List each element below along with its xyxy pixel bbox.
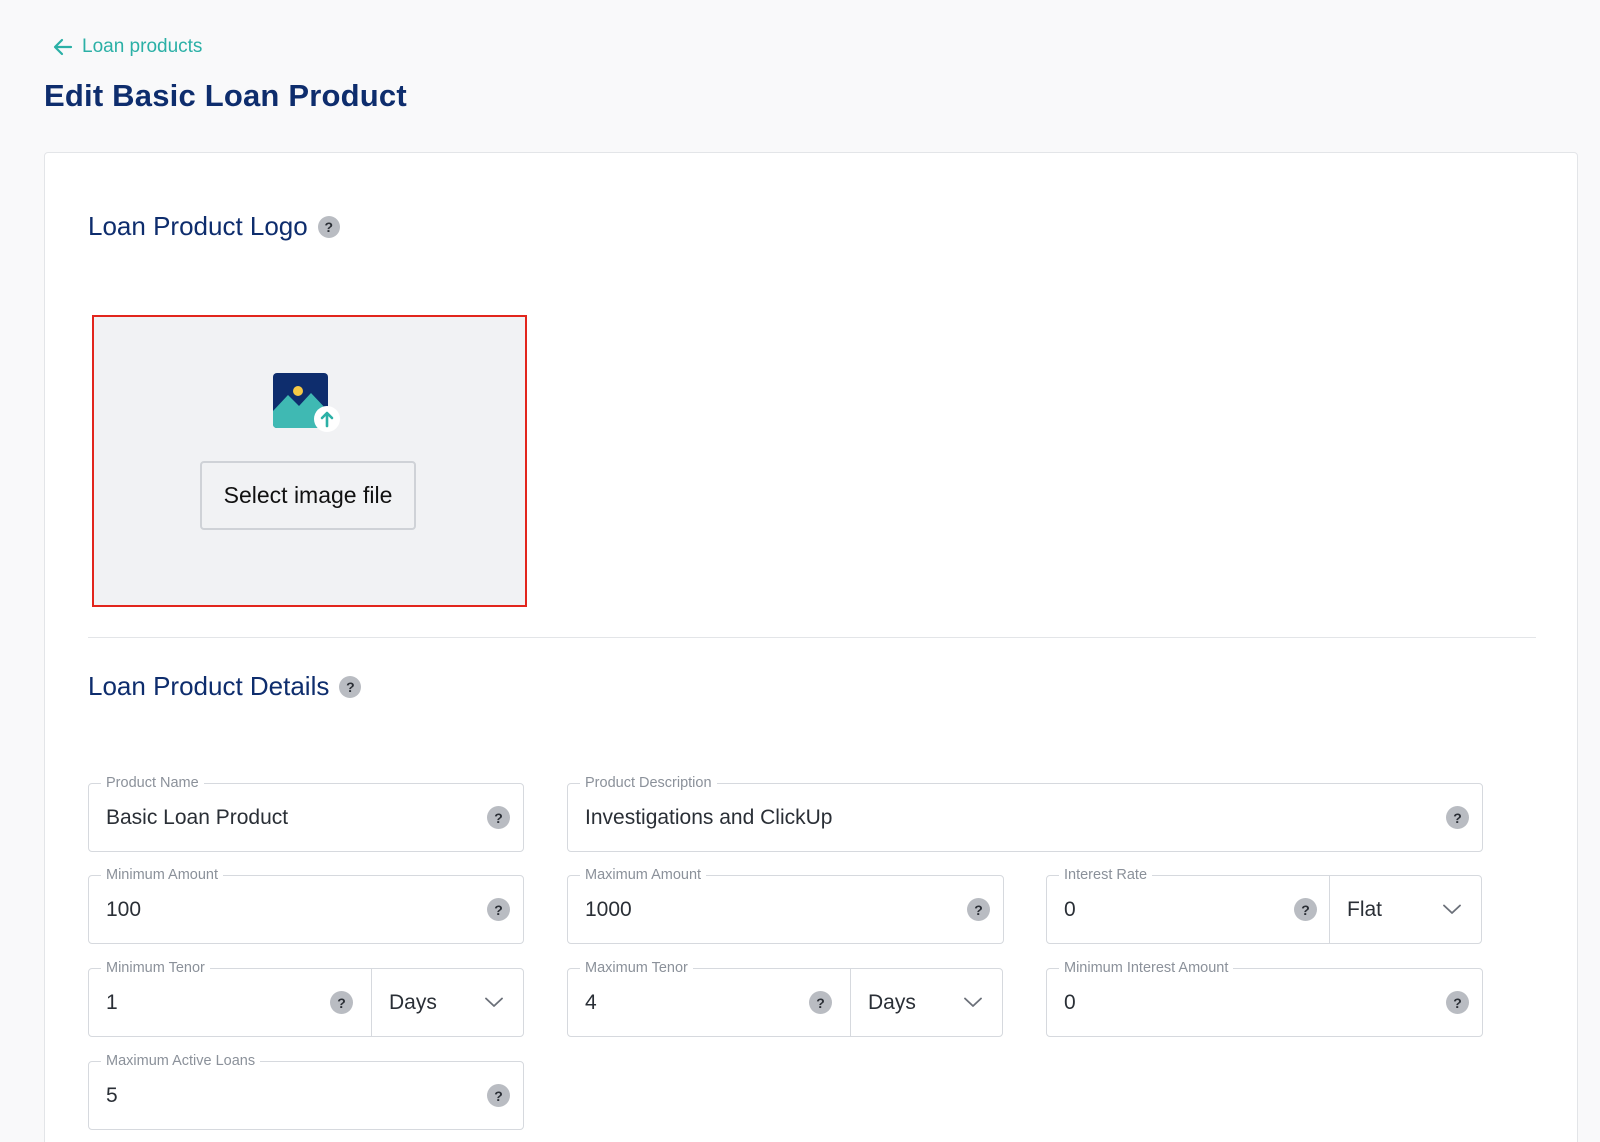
details-section-header: Loan Product Details ? — [88, 671, 362, 702]
chevron-down-icon — [964, 997, 982, 1007]
chevron-down-icon — [1443, 904, 1461, 914]
minimum-amount-field[interactable]: Minimum Amount 100 ? — [88, 866, 524, 944]
maximum-tenor-unit-select[interactable]: Days — [850, 969, 1002, 1036]
product-description-help-icon[interactable]: ? — [1446, 806, 1469, 829]
minimum-tenor-unit-selected: Days — [389, 990, 437, 1014]
back-link-label: Loan products — [82, 36, 203, 57]
chevron-down-icon — [485, 997, 503, 1007]
minimum-interest-amount-value[interactable]: 0 — [1064, 969, 1076, 1036]
minimum-interest-amount-label: Minimum Interest Amount — [1059, 959, 1234, 977]
maximum-active-loans-label: Maximum Active Loans — [101, 1052, 261, 1070]
maximum-tenor-unit-selected: Days — [868, 990, 916, 1014]
interest-rate-help-icon[interactable]: ? — [1294, 898, 1317, 921]
maximum-tenor-label: Maximum Tenor — [580, 959, 693, 977]
details-section-title: Loan Product Details — [88, 671, 330, 701]
interest-type-selected: Flat — [1347, 897, 1383, 921]
maximum-amount-field[interactable]: Maximum Amount 1000 ? — [567, 866, 1004, 944]
maximum-active-loans-help-icon[interactable]: ? — [487, 1084, 510, 1107]
product-description-field[interactable]: Product Description Investigations and C… — [567, 774, 1483, 852]
select-image-file-button[interactable]: Select image file — [200, 461, 416, 530]
maximum-tenor-help-icon[interactable]: ? — [809, 991, 832, 1014]
interest-rate-field[interactable]: Interest Rate 0 ? Flat — [1046, 866, 1482, 944]
image-upload-icon — [273, 373, 340, 432]
maximum-active-loans-value[interactable]: 5 — [106, 1062, 118, 1129]
product-name-help-icon[interactable]: ? — [487, 806, 510, 829]
maximum-active-loans-field[interactable]: Maximum Active Loans 5 ? — [88, 1052, 524, 1130]
minimum-tenor-value[interactable]: 1 — [106, 969, 118, 1036]
back-to-loan-products-link[interactable]: Loan products — [52, 36, 202, 58]
loan-product-form-card: Loan Product Logo ? Select image file Lo… — [44, 152, 1578, 1142]
maximum-tenor-field[interactable]: Maximum Tenor 4 ? Days — [567, 959, 1003, 1037]
maximum-amount-help-icon[interactable]: ? — [967, 898, 990, 921]
minimum-interest-amount-help-icon[interactable]: ? — [1446, 991, 1469, 1014]
logo-section-title: Loan Product Logo — [88, 211, 308, 241]
minimum-amount-help-icon[interactable]: ? — [487, 898, 510, 921]
minimum-amount-value[interactable]: 100 — [106, 876, 141, 943]
logo-section-help-icon[interactable]: ? — [317, 215, 340, 238]
interest-type-select[interactable]: Flat — [1329, 876, 1481, 943]
arrow-left-icon — [53, 38, 73, 56]
minimum-tenor-field[interactable]: Minimum Tenor 1 ? Days — [88, 959, 524, 1037]
maximum-amount-value[interactable]: 1000 — [585, 876, 632, 943]
minimum-tenor-unit-select[interactable]: Days — [371, 969, 523, 1036]
minimum-tenor-help-icon[interactable]: ? — [330, 991, 353, 1014]
product-name-field[interactable]: Product Name Basic Loan Product ? — [88, 774, 524, 852]
maximum-tenor-value[interactable]: 4 — [585, 969, 597, 1036]
details-section-help-icon[interactable]: ? — [339, 675, 362, 698]
minimum-interest-amount-field[interactable]: Minimum Interest Amount 0 ? — [1046, 959, 1483, 1037]
logo-upload-dropzone[interactable]: Select image file — [92, 315, 527, 607]
product-name-value[interactable]: Basic Loan Product — [106, 784, 288, 851]
product-description-value[interactable]: Investigations and ClickUp — [585, 784, 832, 851]
page-title: Edit Basic Loan Product — [44, 78, 407, 113]
section-divider — [88, 637, 1536, 638]
interest-rate-value[interactable]: 0 — [1064, 876, 1076, 943]
logo-section-header: Loan Product Logo ? — [88, 211, 340, 242]
